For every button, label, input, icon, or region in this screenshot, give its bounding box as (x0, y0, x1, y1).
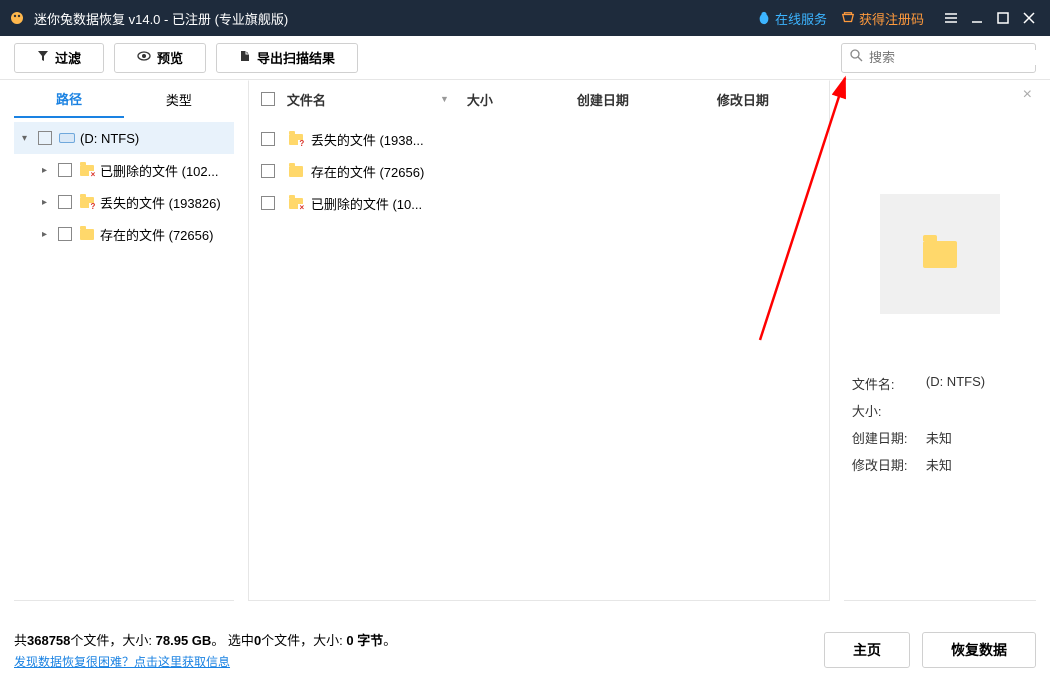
column-modified[interactable]: 修改日期 (717, 90, 817, 109)
status-text: 共368758个文件，大小: 78.95 GB。 选中0个文件，大小: 0 字节… (14, 630, 396, 649)
folder-icon (923, 241, 957, 268)
file-name: 丢失的文件 (1938... (311, 130, 471, 149)
titlebar: 迷你兔数据恢复 v14.0 - 已注册 (专业旗舰版) 在线服务 获得注册码 (0, 0, 1050, 36)
content-area: 路径 类型 ▾ (D: NTFS) ▸ × 已删除的文件 (102... ▸ ?… (0, 80, 1050, 615)
preview-thumbnail (880, 194, 1000, 314)
toolbar: 过滤 预览 导出扫描结果 (0, 36, 1050, 80)
folder-deleted-icon: × (287, 198, 305, 209)
folder-icon (287, 166, 305, 177)
file-name: 已删除的文件 (10... (311, 194, 471, 213)
export-icon (239, 50, 251, 65)
filter-label: 过滤 (55, 48, 81, 67)
detail-value: 未知 (926, 428, 952, 447)
chevron-right-icon[interactable]: ▸ (42, 229, 56, 240)
search-box[interactable] (841, 43, 1036, 73)
column-name[interactable]: 文件名 ▼ (287, 90, 467, 109)
chevron-right-icon[interactable]: ▸ (42, 197, 56, 208)
column-header: 文件名 ▼ 大小 创建日期 修改日期 (249, 81, 829, 117)
sort-arrow-icon: ▼ (440, 94, 449, 104)
detail-label: 创建日期: (852, 428, 926, 447)
funnel-icon (37, 50, 49, 65)
maximize-icon[interactable] (990, 5, 1016, 31)
folder-icon (78, 229, 96, 240)
checkbox[interactable] (38, 131, 52, 145)
app-logo-icon (8, 9, 26, 27)
file-name: 存在的文件 (72656) (311, 162, 471, 181)
details-panel: × 文件名:(D: NTFS) 大小: 创建日期:未知 修改日期:未知 (844, 80, 1036, 601)
status-bar: 共368758个文件，大小: 78.95 GB。 选中0个文件，大小: 0 字节… (0, 615, 1050, 685)
tree-item-existing[interactable]: ▸ 存在的文件 (72656) (14, 218, 234, 250)
tab-type[interactable]: 类型 (124, 80, 234, 118)
detail-label: 大小: (852, 401, 926, 420)
checkbox[interactable] (261, 164, 275, 178)
column-size[interactable]: 大小 (467, 90, 577, 109)
export-label: 导出扫描结果 (257, 48, 335, 67)
help-link[interactable]: 发现数据恢复很困难？点击这里获取信息 (14, 653, 396, 670)
tree-tabs: 路径 类型 (14, 80, 234, 118)
folder-lost-icon: ? (78, 197, 96, 208)
chevron-down-icon[interactable]: ▾ (22, 133, 36, 144)
eye-icon (137, 50, 151, 65)
detail-value: (D: NTFS) (926, 374, 985, 393)
select-all-checkbox[interactable] (261, 92, 275, 106)
minimize-icon[interactable] (964, 5, 990, 31)
recover-button[interactable]: 恢复数据 (922, 632, 1036, 668)
close-panel-icon[interactable]: × (1023, 86, 1032, 104)
checkbox[interactable] (58, 195, 72, 209)
tree-label: 丢失的文件 (193826) (100, 193, 221, 212)
folder-lost-icon: ? (287, 134, 305, 145)
preview-button[interactable]: 预览 (114, 43, 206, 73)
checkbox[interactable] (261, 196, 275, 210)
drive-icon (58, 133, 76, 143)
window-title: 迷你兔数据恢复 v14.0 - 已注册 (专业旗舰版) (34, 9, 288, 28)
get-code-label: 获得注册码 (859, 9, 924, 28)
tab-path[interactable]: 路径 (14, 80, 124, 118)
folder-tree: ▾ (D: NTFS) ▸ × 已删除的文件 (102... ▸ ? 丢失的文件… (14, 118, 234, 600)
search-icon (850, 49, 863, 67)
detail-label: 修改日期: (852, 455, 926, 474)
menu-icon[interactable] (938, 5, 964, 31)
checkbox[interactable] (261, 132, 275, 146)
file-list: ? 丢失的文件 (1938... 存在的文件 (72656) × 已删除的文件 … (249, 117, 829, 600)
folder-deleted-icon: × (78, 165, 96, 176)
tree-label: 存在的文件 (72656) (100, 225, 213, 244)
chevron-right-icon[interactable]: ▸ (42, 165, 56, 176)
tree-label: 已删除的文件 (102... (100, 161, 218, 180)
checkbox[interactable] (58, 227, 72, 241)
search-input[interactable] (869, 50, 1045, 65)
detail-value: 未知 (926, 455, 952, 474)
home-button[interactable]: 主页 (824, 632, 910, 668)
close-icon[interactable] (1016, 5, 1042, 31)
left-panel: 路径 类型 ▾ (D: NTFS) ▸ × 已删除的文件 (102... ▸ ?… (14, 80, 234, 601)
details-list: 文件名:(D: NTFS) 大小: 创建日期:未知 修改日期:未知 (844, 374, 1036, 482)
preview-label: 预览 (157, 48, 183, 67)
filter-button[interactable]: 过滤 (14, 43, 104, 73)
tree-label: (D: NTFS) (80, 131, 139, 146)
tree-item-deleted[interactable]: ▸ × 已删除的文件 (102... (14, 154, 234, 186)
checkbox[interactable] (58, 163, 72, 177)
online-service-label: 在线服务 (775, 9, 827, 28)
get-code-link[interactable]: 获得注册码 (841, 9, 924, 28)
file-row[interactable]: × 已删除的文件 (10... (261, 187, 817, 219)
online-service-link[interactable]: 在线服务 (757, 9, 827, 28)
column-created[interactable]: 创建日期 (577, 90, 717, 109)
tree-item-lost[interactable]: ▸ ? 丢失的文件 (193826) (14, 186, 234, 218)
file-list-panel: 文件名 ▼ 大小 创建日期 修改日期 ? 丢失的文件 (1938... 存在的文… (248, 80, 830, 601)
tree-item-drive[interactable]: ▾ (D: NTFS) (14, 122, 234, 154)
export-button[interactable]: 导出扫描结果 (216, 43, 358, 73)
file-row[interactable]: ? 丢失的文件 (1938... (261, 123, 817, 155)
detail-label: 文件名: (852, 374, 926, 393)
file-row[interactable]: 存在的文件 (72656) (261, 155, 817, 187)
